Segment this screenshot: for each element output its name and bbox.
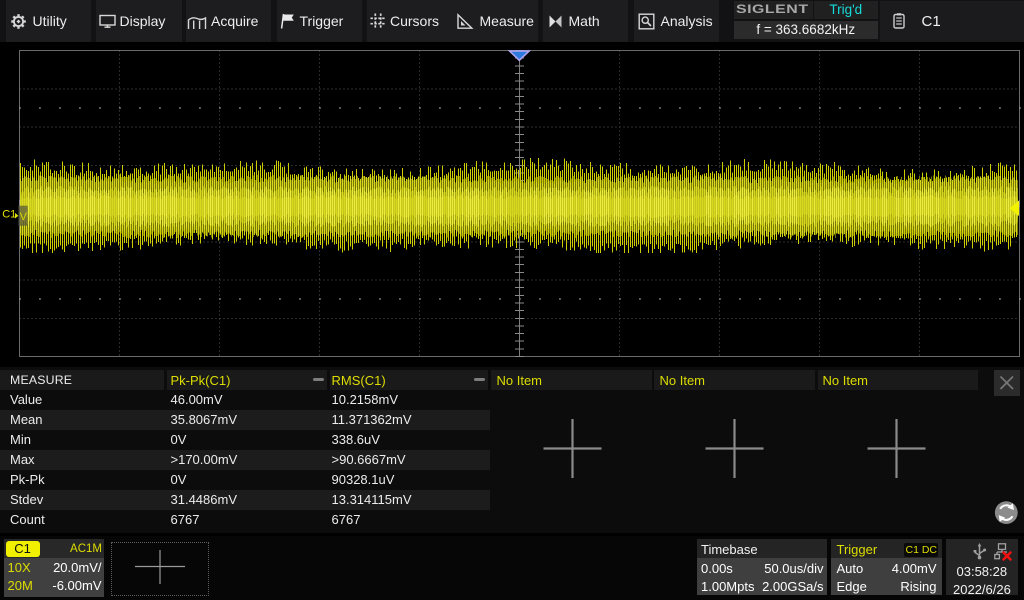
svg-text:C1: C1 <box>2 209 16 221</box>
svg-text:V: V <box>20 211 28 223</box>
